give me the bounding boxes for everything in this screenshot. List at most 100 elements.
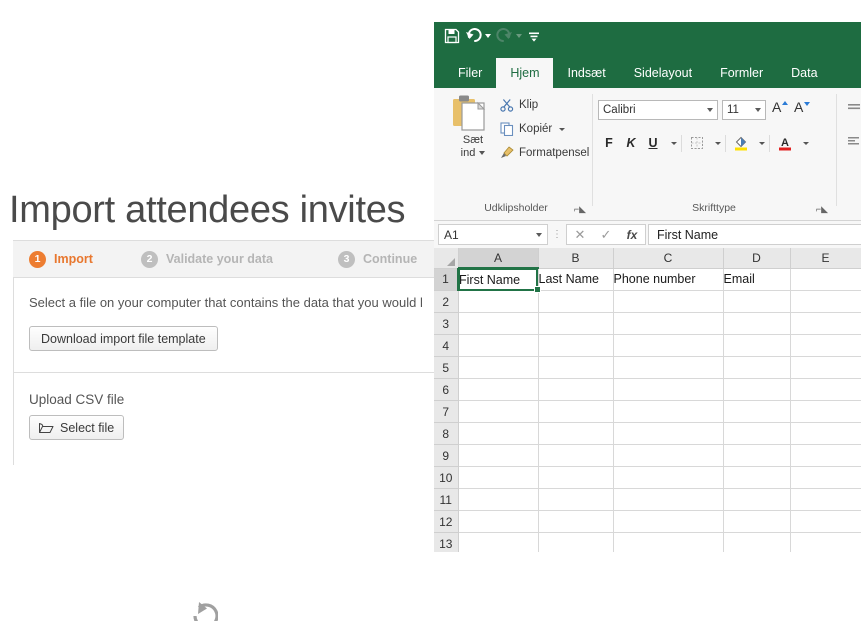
cell-C3[interactable] bbox=[613, 312, 724, 335]
chevron-down-icon[interactable] bbox=[536, 232, 542, 237]
tab-filer[interactable]: Filer bbox=[444, 58, 496, 88]
underline-button[interactable]: U bbox=[642, 132, 664, 154]
cell-D2[interactable] bbox=[723, 290, 791, 313]
cell-E11[interactable] bbox=[790, 488, 861, 511]
borders-dropdown-caret[interactable] bbox=[715, 141, 721, 145]
copy-button[interactable]: Kopiér bbox=[498, 122, 566, 136]
wizard-step-validate[interactable]: 2 Validate your data bbox=[141, 241, 273, 277]
cell-E9[interactable] bbox=[790, 444, 861, 467]
row-header-9[interactable]: 9 bbox=[434, 444, 459, 467]
cell-B7[interactable] bbox=[538, 400, 614, 423]
fill-color-dropdown-caret[interactable] bbox=[759, 141, 765, 145]
align-top-icon[interactable] bbox=[846, 102, 861, 114]
cell-B9[interactable] bbox=[538, 444, 614, 467]
cell-B1[interactable]: Last Name bbox=[538, 268, 614, 291]
cell-E10[interactable] bbox=[790, 466, 861, 489]
cell-B12[interactable] bbox=[538, 510, 614, 533]
insert-function-icon[interactable]: fx bbox=[619, 228, 645, 242]
row-header-7[interactable]: 7 bbox=[434, 400, 459, 423]
tab-formler[interactable]: Formler bbox=[706, 58, 777, 88]
cell-A2[interactable] bbox=[458, 290, 539, 313]
undo-icon[interactable] bbox=[465, 28, 491, 44]
fill-color-button[interactable] bbox=[730, 132, 752, 154]
row-header-4[interactable]: 4 bbox=[434, 334, 459, 357]
confirm-entry-icon[interactable]: ✓ bbox=[593, 227, 619, 243]
cell-B5[interactable] bbox=[538, 356, 614, 379]
save-icon[interactable] bbox=[444, 28, 460, 44]
cell-D6[interactable] bbox=[723, 378, 791, 401]
align-left-icon[interactable] bbox=[846, 136, 861, 148]
cell-B2[interactable] bbox=[538, 290, 614, 313]
row-header-11[interactable]: 11 bbox=[434, 488, 459, 511]
cell-A13[interactable] bbox=[458, 532, 539, 552]
cell-B11[interactable] bbox=[538, 488, 614, 511]
cell-B4[interactable] bbox=[538, 334, 614, 357]
cell-D13[interactable] bbox=[723, 532, 791, 552]
chevron-down-icon[interactable] bbox=[707, 108, 713, 112]
tab-hjem[interactable]: Hjem bbox=[496, 58, 554, 88]
cell-D1[interactable]: Email bbox=[723, 268, 791, 291]
cell-C5[interactable] bbox=[613, 356, 724, 379]
cell-E7[interactable] bbox=[790, 400, 861, 423]
select-all-corner[interactable] bbox=[434, 248, 459, 269]
cell-D9[interactable] bbox=[723, 444, 791, 467]
font-color-dropdown-caret[interactable] bbox=[803, 141, 809, 145]
row-header-5[interactable]: 5 bbox=[434, 356, 459, 379]
format-painter-button[interactable]: Formatpensel bbox=[498, 146, 589, 160]
formula-bar-grip[interactable]: ⋮ bbox=[548, 229, 566, 240]
cell-D3[interactable] bbox=[723, 312, 791, 335]
cell-B13[interactable] bbox=[538, 532, 614, 552]
cell-A6[interactable] bbox=[458, 378, 539, 401]
cell-C10[interactable] bbox=[613, 466, 724, 489]
cut-button[interactable]: Klip bbox=[498, 98, 538, 112]
cell-E6[interactable] bbox=[790, 378, 861, 401]
copy-dropdown-caret[interactable] bbox=[559, 127, 566, 131]
cell-A3[interactable] bbox=[458, 312, 539, 335]
font-name-combobox[interactable]: Calibri bbox=[598, 100, 718, 120]
paste-dropdown-caret[interactable] bbox=[479, 151, 486, 156]
cell-A4[interactable] bbox=[458, 334, 539, 357]
column-header-a[interactable]: A bbox=[458, 248, 539, 269]
cancel-entry-icon[interactable]: ✕ bbox=[567, 227, 593, 243]
column-header-c[interactable]: C bbox=[613, 248, 724, 269]
font-color-button[interactable]: A bbox=[774, 132, 796, 154]
cell-E1[interactable] bbox=[790, 268, 861, 291]
borders-button[interactable] bbox=[686, 132, 708, 154]
clipboard-dialog-launcher-icon[interactable]: ⌐◣ bbox=[574, 204, 586, 215]
cell-A1[interactable]: First Name bbox=[458, 268, 540, 292]
tab-data[interactable]: Data bbox=[777, 58, 831, 88]
cell-A7[interactable] bbox=[458, 400, 539, 423]
cell-C7[interactable] bbox=[613, 400, 724, 423]
cell-A10[interactable] bbox=[458, 466, 539, 489]
cell-B10[interactable] bbox=[538, 466, 614, 489]
cell-C11[interactable] bbox=[613, 488, 724, 511]
cell-A5[interactable] bbox=[458, 356, 539, 379]
row-header-10[interactable]: 10 bbox=[434, 466, 459, 489]
shrink-font-button[interactable]: A bbox=[794, 99, 811, 115]
row-header-13[interactable]: 13 bbox=[434, 532, 459, 552]
cell-E13[interactable] bbox=[790, 532, 861, 552]
cell-C8[interactable] bbox=[613, 422, 724, 445]
tab-indsaet[interactable]: Indsæt bbox=[553, 58, 619, 88]
bold-button[interactable]: F bbox=[598, 132, 620, 154]
wizard-step-continue[interactable]: 3 Continue bbox=[338, 241, 417, 277]
column-header-b[interactable]: B bbox=[538, 248, 614, 269]
italic-button[interactable]: K bbox=[620, 132, 642, 154]
cell-D4[interactable] bbox=[723, 334, 791, 357]
cell-D12[interactable] bbox=[723, 510, 791, 533]
cell-E5[interactable] bbox=[790, 356, 861, 379]
cell-C4[interactable] bbox=[613, 334, 724, 357]
font-dialog-launcher-icon[interactable]: ⌐◣ bbox=[816, 204, 828, 215]
cell-E8[interactable] bbox=[790, 422, 861, 445]
cell-A12[interactable] bbox=[458, 510, 539, 533]
cell-E2[interactable] bbox=[790, 290, 861, 313]
cell-C2[interactable] bbox=[613, 290, 724, 313]
column-header-e[interactable]: E bbox=[790, 248, 861, 269]
paste-button[interactable]: Sæt ind bbox=[448, 94, 498, 160]
wizard-step-import[interactable]: 1 Import bbox=[29, 241, 93, 277]
customize-qat-icon[interactable] bbox=[527, 29, 541, 43]
cell-A11[interactable] bbox=[458, 488, 539, 511]
font-size-combobox[interactable]: 11 bbox=[722, 100, 766, 120]
row-header-2[interactable]: 2 bbox=[434, 290, 459, 313]
cell-C1[interactable]: Phone number bbox=[613, 268, 724, 291]
